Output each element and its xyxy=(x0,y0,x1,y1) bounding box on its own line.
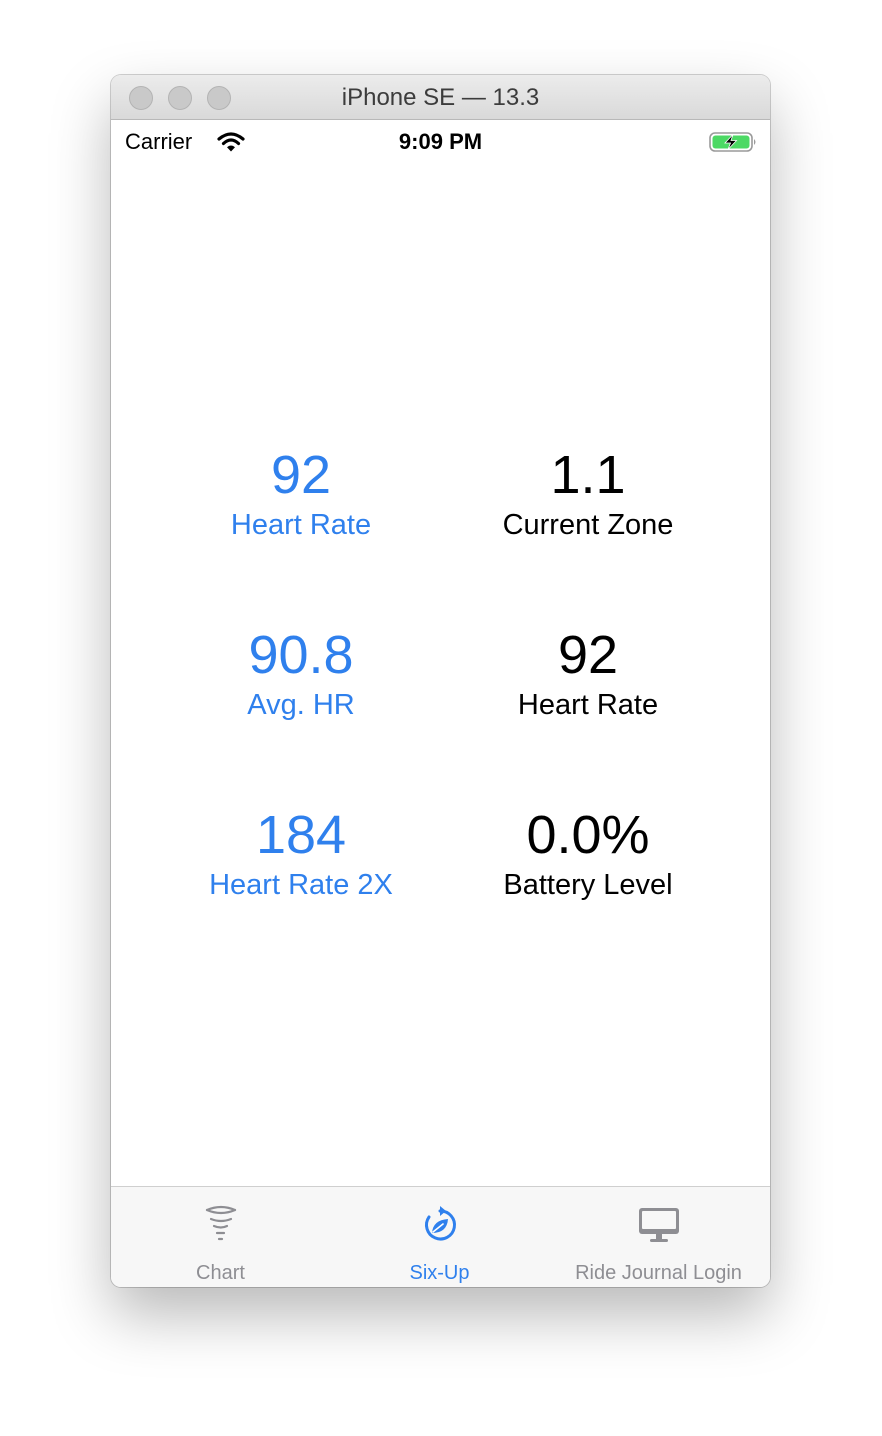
tab-label: Ride Journal Login xyxy=(575,1262,742,1284)
metric-current-zone: 1.1 Current Zone xyxy=(438,443,738,543)
status-bar: Carrier 9:09 PM xyxy=(111,120,770,162)
metric-value: 184 xyxy=(255,805,347,865)
metric-battery-level: 0.0% Battery Level xyxy=(438,803,738,903)
tab-chart[interactable]: Chart xyxy=(111,1187,330,1287)
metric-value: 92 xyxy=(557,625,619,685)
status-time: 9:09 PM xyxy=(398,129,483,154)
metric-avg-hr: 90.8 Avg. HR xyxy=(151,623,451,723)
metric-value: 1.1 xyxy=(550,445,626,505)
six-up-grid: 92 Heart Rate 1.1 Current Zone 90.8 Avg.… xyxy=(111,162,770,1186)
battery-charging-icon xyxy=(709,132,756,152)
metric-value: 92 xyxy=(270,445,332,505)
tab-bar: Chart Six-Up Ride Journal Login xyxy=(111,1186,770,1287)
metric-heart-rate: 92 Heart Rate xyxy=(151,443,451,543)
metric-label: Heart Rate xyxy=(230,509,372,541)
tab-label: Six-Up xyxy=(409,1262,470,1284)
metric-label: Heart Rate xyxy=(517,689,659,721)
desktop-icon xyxy=(638,1208,679,1242)
metric-value: 90.8 xyxy=(248,625,354,685)
tornado-icon xyxy=(205,1205,236,1241)
window-titlebar: iPhone SE — 13.3 xyxy=(111,75,770,120)
metric-heart-rate-2x: 184 Heart Rate 2X xyxy=(151,803,451,903)
window-title: iPhone SE — 13.3 xyxy=(341,84,540,111)
simulator-window: iPhone SE — 13.3 Carrier 9:09 PM 92 Hear… xyxy=(111,75,770,1287)
tab-six-up[interactable]: Six-Up xyxy=(330,1187,549,1287)
metric-label: Avg. HR xyxy=(247,689,355,721)
metric-label: Current Zone xyxy=(502,509,674,541)
metric-value: 0.0% xyxy=(526,805,650,865)
metric-heart-rate-secondary: 92 Heart Rate xyxy=(438,623,738,723)
metric-label: Battery Level xyxy=(503,869,673,901)
tab-ride-journal-login[interactable]: Ride Journal Login xyxy=(549,1187,768,1287)
metric-label: Heart Rate 2X xyxy=(209,869,393,901)
refresh-leaf-icon xyxy=(424,1206,456,1241)
tab-label: Chart xyxy=(196,1262,245,1284)
